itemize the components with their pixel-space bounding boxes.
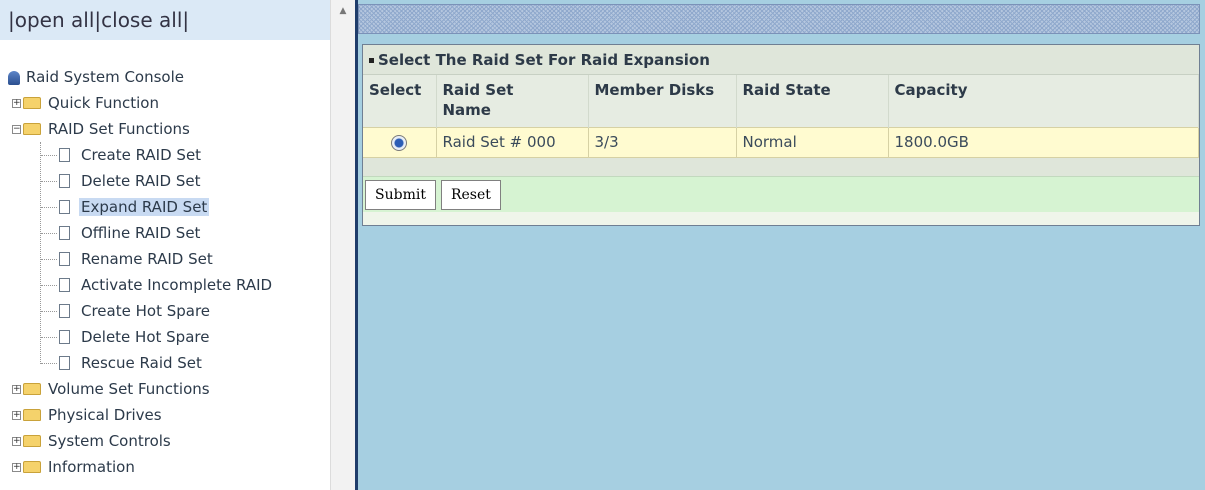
raid-set-radio[interactable] — [391, 134, 408, 151]
tree-folder-physical-drives[interactable]: + Physical Drives — [0, 402, 330, 428]
folder-icon — [23, 434, 41, 447]
vertical-scrollbar[interactable]: ▲ — [330, 0, 355, 490]
column-header-raid-state: Raid State — [736, 75, 889, 127]
console-icon — [8, 70, 20, 85]
header-banner — [358, 4, 1200, 34]
raid-expansion-panel: Select The Raid Set For Raid Expansion S… — [362, 44, 1200, 226]
navigation-frame: |open all|close all| Raid System Console… — [0, 0, 355, 490]
submit-button[interactable]: Submit — [365, 179, 436, 210]
spacer — [363, 157, 1199, 176]
page-icon — [59, 173, 70, 188]
reset-button[interactable]: Reset — [440, 179, 501, 210]
folder-icon — [23, 382, 41, 395]
folder-icon — [23, 96, 41, 109]
tree-folder-quick-function[interactable]: + Quick Function — [0, 90, 330, 116]
tree-folder-volume-set-functions[interactable]: + Volume Set Functions — [0, 376, 330, 402]
folder-icon — [23, 460, 41, 473]
raid-set-table: Select Raid Set Name Member Disks Raid S… — [363, 75, 1199, 158]
table-header-row: Select Raid Set Name Member Disks Raid S… — [363, 75, 1199, 127]
page-icon — [59, 303, 70, 318]
tree-item-activate-incomplete-raid[interactable]: Activate Incomplete RAID — [0, 272, 330, 298]
tree-toolbar: |open all|close all| — [0, 0, 330, 40]
tree-item-offline-raid-set[interactable]: Offline RAID Set — [0, 220, 330, 246]
button-row: Submit Reset — [363, 175, 1199, 212]
raid-set-name-cell: Raid Set # 000 — [436, 126, 589, 158]
page-icon — [59, 355, 70, 370]
page-icon — [59, 277, 70, 292]
member-disks-cell: 3/3 — [588, 126, 737, 158]
capacity-cell: 1800.0GB — [888, 126, 1199, 158]
close-all-link[interactable]: close all — [101, 8, 182, 32]
tree-folder-information[interactable]: + Information — [0, 454, 330, 480]
folder-open-icon — [23, 122, 41, 135]
page-icon — [59, 147, 70, 162]
bullet-icon — [369, 58, 374, 63]
raid-state-cell: Normal — [736, 126, 889, 158]
page-icon — [59, 199, 70, 214]
select-cell[interactable] — [363, 126, 437, 158]
table-row[interactable]: Raid Set # 000 3/3 Normal 1800.0GB — [363, 126, 1199, 158]
page-icon — [59, 329, 70, 344]
expand-icon[interactable]: + — [12, 437, 21, 446]
page-icon — [59, 251, 70, 266]
column-header-capacity: Capacity — [888, 75, 1199, 127]
tree-folder-raid-set-functions[interactable]: − RAID Set Functions — [0, 116, 330, 142]
tree-item-rename-raid-set[interactable]: Rename RAID Set — [0, 246, 330, 272]
expand-icon[interactable]: + — [12, 385, 21, 394]
tree-item-delete-raid-set[interactable]: Delete RAID Set — [0, 168, 330, 194]
expand-icon[interactable]: + — [12, 463, 21, 472]
tree-item-create-raid-set[interactable]: Create RAID Set — [0, 142, 330, 168]
content-frame: Select The Raid Set For Raid Expansion S… — [355, 0, 1205, 490]
collapse-icon[interactable]: − — [12, 125, 21, 134]
page-icon — [59, 225, 70, 240]
scroll-up-icon[interactable]: ▲ — [331, 0, 355, 24]
folder-icon — [23, 408, 41, 421]
column-header-raid-set-name: Raid Set Name — [436, 75, 589, 127]
tree-root[interactable]: Raid System Console — [0, 64, 330, 90]
tree-item-create-hot-spare[interactable]: Create Hot Spare — [0, 298, 330, 324]
open-all-link[interactable]: open all — [15, 8, 95, 32]
expand-icon[interactable]: + — [12, 99, 21, 108]
column-header-select: Select — [363, 75, 437, 127]
column-header-member-disks: Member Disks — [588, 75, 737, 127]
tree-item-rescue-raid-set[interactable]: Rescue Raid Set — [0, 350, 330, 376]
tree-item-expand-raid-set[interactable]: Expand RAID Set — [0, 194, 330, 220]
navigation-tree: Raid System Console + Quick Function − RAI… — [0, 64, 330, 480]
tree-folder-system-controls[interactable]: + System Controls — [0, 428, 330, 454]
tree-item-delete-hot-spare[interactable]: Delete Hot Spare — [0, 324, 330, 350]
expand-icon[interactable]: + — [12, 411, 21, 420]
panel-title: Select The Raid Set For Raid Expansion — [363, 45, 1199, 75]
